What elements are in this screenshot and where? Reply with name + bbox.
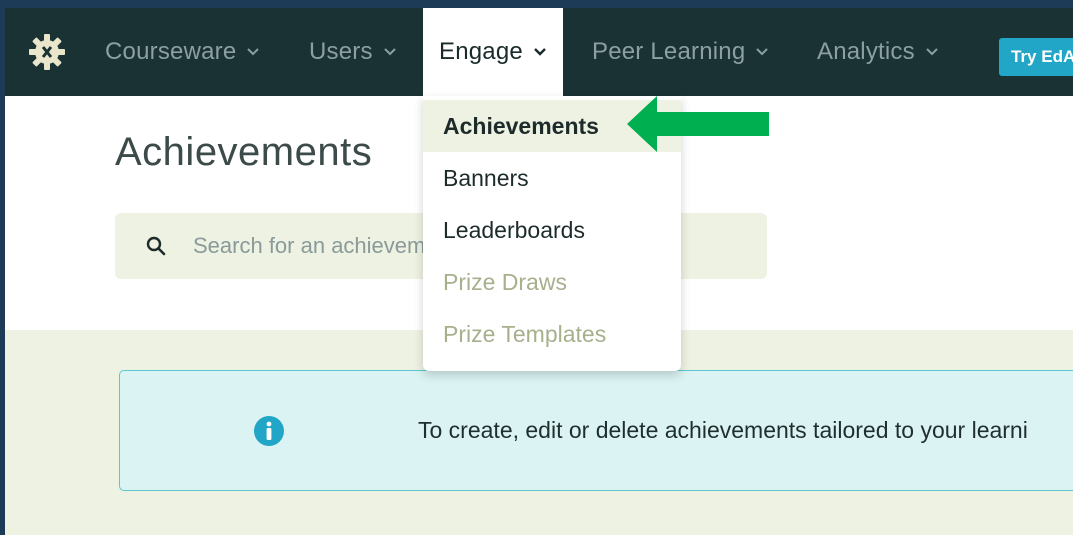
- search-icon: [146, 236, 166, 256]
- nav-courseware-label: Courseware: [105, 38, 237, 65]
- nav-engage[interactable]: Engage: [423, 8, 563, 96]
- chevron-down-icon: [756, 48, 769, 56]
- nav-users-label: Users: [309, 38, 373, 65]
- try-button[interactable]: Try EdA: [999, 38, 1073, 76]
- nav-peer-learning[interactable]: Peer Learning: [592, 8, 769, 96]
- page-title: Achievements: [115, 130, 373, 174]
- nav-engage-label: Engage: [439, 38, 523, 65]
- notice-text: To create, edit or delete achievements t…: [418, 417, 1028, 443]
- nav-analytics-label: Analytics: [817, 38, 915, 65]
- menu-item-banners[interactable]: Banners: [423, 152, 681, 204]
- nav-courseware[interactable]: Courseware: [105, 8, 260, 96]
- menu-item-prize-templates: Prize Templates: [443, 320, 607, 347]
- nav-peer-learning-label: Peer Learning: [592, 38, 746, 65]
- nav-users[interactable]: Users: [309, 8, 397, 96]
- chevron-down-icon: [926, 48, 938, 56]
- gear-logo-icon[interactable]: [27, 32, 67, 72]
- chevron-down-icon: [247, 48, 260, 56]
- chevron-down-icon: [534, 48, 546, 56]
- app-window: Courseware Users Engage Peer Learning An…: [0, 0, 1073, 535]
- info-icon: [254, 416, 284, 446]
- nav-analytics[interactable]: Analytics: [817, 8, 939, 96]
- menu-item-prize-draws: Prize Draws: [443, 268, 567, 295]
- top-nav: Courseware Users Engage Peer Learning An…: [5, 8, 1073, 96]
- chevron-down-icon: [383, 48, 396, 56]
- green-arrow-annotation: [627, 96, 769, 152]
- menu-item-leaderboards[interactable]: Leaderboards: [423, 204, 681, 256]
- info-notice: To create, edit or delete achievements t…: [119, 370, 1073, 491]
